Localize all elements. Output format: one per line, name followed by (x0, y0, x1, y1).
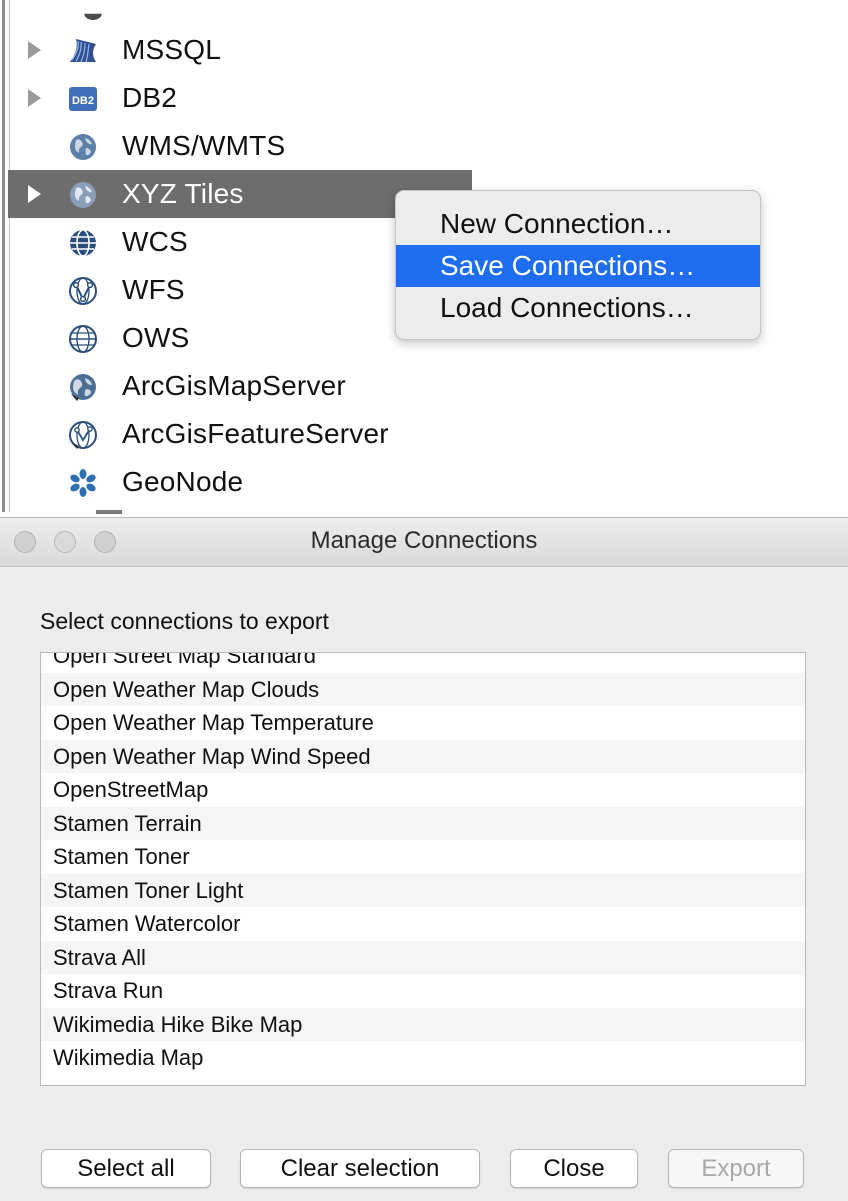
wfs-globe-icon (69, 277, 97, 305)
globe-icon (70, 134, 96, 160)
list-item[interactable]: Open Weather Map Clouds (41, 672, 805, 706)
tree-item-label: WMS/WMTS (122, 130, 286, 161)
mssql-icon (70, 39, 96, 63)
svg-text:DB2: DB2 (72, 95, 94, 107)
list-item[interactable]: Stamen Terrain (41, 806, 805, 840)
list-item[interactable]: Open Weather Map Wind Speed (41, 739, 805, 773)
list-item[interactable]: Wikimedia Map (41, 1041, 805, 1075)
list-item[interactable]: Stamen Toner (41, 840, 805, 874)
globe-icon (70, 182, 96, 208)
menu-item-new-connection[interactable]: New Connection… (396, 203, 760, 245)
expand-arrow-icon[interactable] (28, 41, 41, 59)
connections-list[interactable]: Open Street Map Standard Open Weather Map… (40, 652, 806, 1086)
dialog-title: Manage Connections (310, 527, 538, 554)
tree-item-label: ArcGisMapServer (122, 370, 346, 401)
list-item[interactable]: Stamen Toner Light (41, 873, 805, 907)
geonode-icon (70, 469, 96, 497)
menu-item-load-connections[interactable]: Load Connections… (396, 287, 760, 329)
tree-item-label: MSSQL (122, 34, 222, 65)
wcs-globe-icon (70, 229, 96, 257)
close-button[interactable]: Close (510, 1149, 638, 1188)
connections-list-items: Open Street Map Standard Open Weather Map… (41, 653, 805, 1075)
partial-icon-below (96, 510, 122, 514)
tree-item-geonode[interactable]: GeoNode (8, 458, 472, 506)
list-item[interactable]: Open Street Map Standard (41, 653, 805, 673)
menu-item-save-connections[interactable]: Save Connections… (396, 245, 760, 287)
partial-icon-above (84, 13, 102, 20)
dialog-titlebar[interactable]: Manage Connections (0, 518, 848, 567)
tree-item-wms-wmts[interactable]: WMS/WMTS (8, 122, 472, 170)
ows-globe-icon (69, 325, 97, 353)
list-item[interactable]: OpenStreetMap (41, 773, 805, 807)
tree-item-label: XYZ Tiles (122, 178, 244, 209)
tree-item-label: OWS (122, 322, 190, 353)
arcgis-feature-icon (69, 421, 97, 449)
tree-item-label: GeoNode (122, 466, 244, 497)
arcgis-map-icon (70, 374, 96, 401)
expand-arrow-icon[interactable] (28, 89, 41, 107)
tree-scroll-edge (2, 0, 5, 512)
tree-item-label: DB2 (122, 82, 178, 113)
clear-selection-button[interactable]: Clear selection (240, 1149, 480, 1188)
manage-connections-dialog: Manage Connections Select connections to… (0, 517, 848, 1201)
db2-icon: DB2 (69, 87, 97, 111)
context-menu: New Connection… Save Connections… Load C… (395, 190, 761, 340)
list-item[interactable]: Strava All (41, 940, 805, 974)
list-item[interactable]: Strava Run (41, 974, 805, 1008)
tree-item-arcgis-feature-server[interactable]: ArcGisFeatureServer (8, 410, 472, 458)
list-item[interactable]: Open Weather Map Temperature (41, 706, 805, 740)
select-all-button[interactable]: Select all (41, 1149, 211, 1188)
list-item[interactable]: Stamen Watercolor (41, 907, 805, 941)
browser-tree: MSSQL DB2 DB2 WMS/WMTS XYZ Tiles WCS WFS… (0, 0, 848, 514)
tree-item-label: ArcGisFeatureServer (122, 418, 389, 449)
expand-arrow-icon[interactable] (28, 185, 41, 203)
tree-item-db2[interactable]: DB2 DB2 (8, 74, 472, 122)
list-item[interactable]: Wikimedia Hike Bike Map (41, 1007, 805, 1041)
export-button[interactable]: Export (668, 1149, 804, 1188)
tree-item-label: WCS (122, 226, 188, 257)
export-prompt: Select connections to export (40, 608, 329, 634)
tree-item-arcgis-map-server[interactable]: ArcGisMapServer (8, 362, 472, 410)
tree-item-label: WFS (122, 274, 185, 305)
tree-item-mssql[interactable]: MSSQL (8, 26, 472, 74)
